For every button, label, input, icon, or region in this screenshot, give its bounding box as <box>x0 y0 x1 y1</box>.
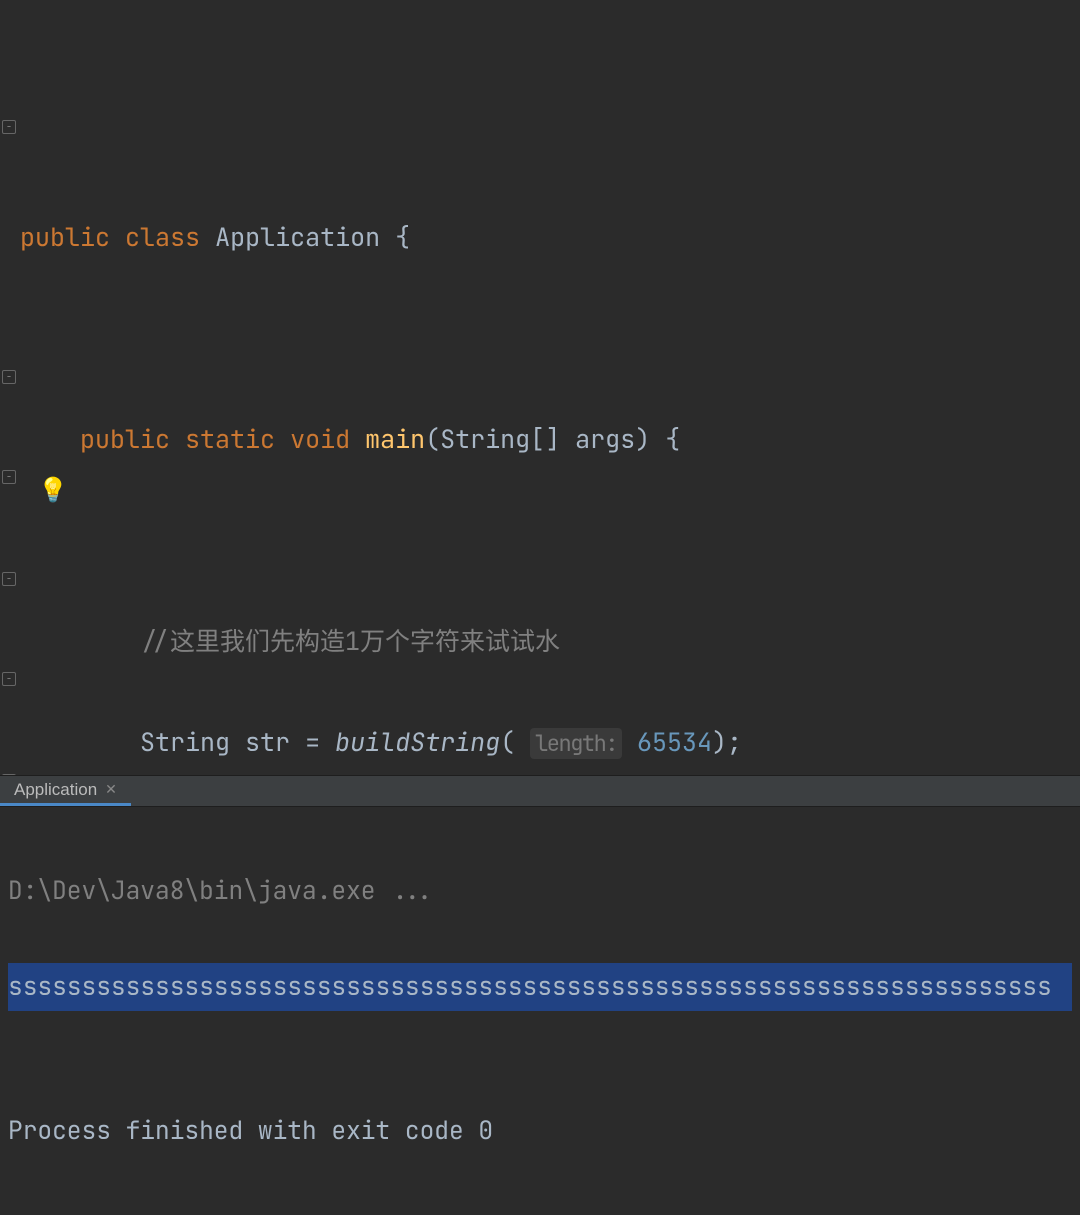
gutter: - - - - - - <box>0 0 20 775</box>
code-line <box>0 313 1080 364</box>
code-editor[interactable]: - - - - - - 💡 public class Application {… <box>0 0 1080 775</box>
code-line: //这里我们先构造1万个字符来试试水 <box>0 616 1080 667</box>
code-line: String str = buildString( length: 65534)… <box>0 717 1080 770</box>
fold-icon[interactable]: - <box>2 370 16 384</box>
console-output[interactable]: D:\Dev\Java8\bin\java.exe ... ssssssssss… <box>0 807 1080 1215</box>
console-blank <box>8 1011 1072 1059</box>
tab-application[interactable]: Application ✕ <box>0 776 131 806</box>
tab-label: Application <box>14 780 97 800</box>
code-line: public static void main(String[] args) { <box>0 414 1080 465</box>
close-icon[interactable]: ✕ <box>105 781 117 798</box>
code-line: public class Application { <box>0 212 1080 263</box>
fold-icon[interactable]: - <box>2 572 16 586</box>
console-command: D:\Dev\Java8\bin\java.exe ... <box>8 867 1072 915</box>
console-exit: Process finished with exit code 0 <box>8 1107 1072 1155</box>
fold-icon[interactable]: - <box>2 672 16 686</box>
fold-icon[interactable]: - <box>2 470 16 484</box>
console-selected-output: ssssssssssssssssssssssssssssssssssssssss… <box>8 963 1072 1011</box>
fold-icon[interactable]: - <box>2 120 16 134</box>
lightbulb-icon[interactable]: 💡 <box>38 466 68 517</box>
param-hint: length: <box>530 728 622 759</box>
console-tab-bar: Application ✕ <box>0 775 1080 807</box>
code-line <box>0 515 1080 566</box>
fold-icon[interactable]: - <box>2 774 16 775</box>
